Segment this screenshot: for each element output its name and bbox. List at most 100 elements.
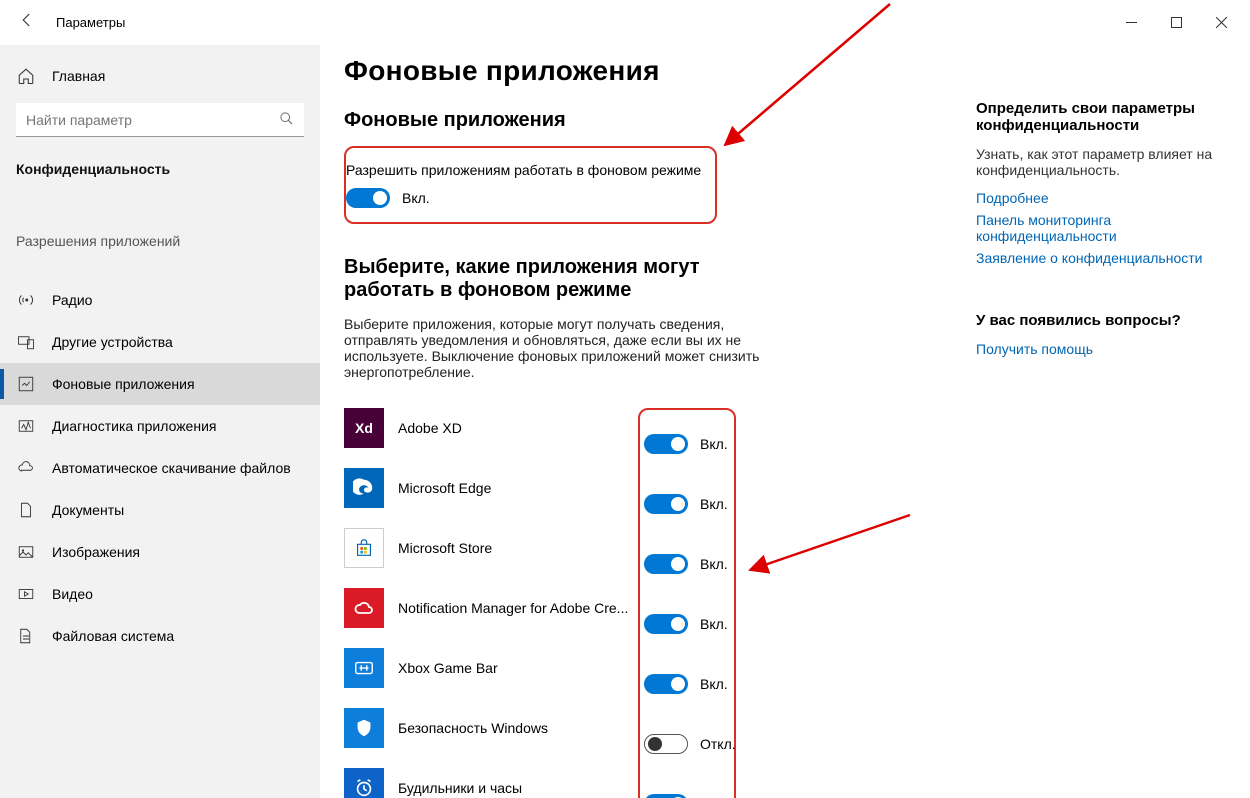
right-heading-2: У вас появились вопросы? [976, 312, 1234, 329]
app-name-label: Microsoft Store [398, 540, 492, 556]
app-row[interactable]: Xd Adobe XD [344, 398, 638, 458]
app-name-column: Xd Adobe XD Microsoft Edge Microsoft Store N… [344, 398, 638, 798]
sidebar-item-label: Автоматическое скачивание файлов [52, 460, 291, 476]
app-name-label: Xbox Game Bar [398, 660, 498, 676]
sidebar-item-label: Видео [52, 586, 93, 602]
app-toggle-state: Вкл. [700, 436, 728, 452]
close-icon [1216, 17, 1227, 28]
app-toggle-row: Откл. [644, 714, 730, 774]
app-toggle[interactable] [644, 734, 688, 754]
link-get-help[interactable]: Получить помощь [976, 341, 1234, 357]
radio-icon [16, 290, 36, 310]
sidebar-item-label: Файловая система [52, 628, 174, 644]
right-text-1: Узнать, как этот параметр влияет на конф… [976, 146, 1234, 178]
app-toggle[interactable] [644, 614, 688, 634]
link-privacy-dashboard[interactable]: Панель мониторинга конфиденциальности [976, 212, 1234, 244]
xbox-icon [344, 648, 384, 688]
right-column: Определить свои параметры конфиденциальн… [970, 45, 1250, 798]
app-toggle[interactable] [644, 674, 688, 694]
filesystem-icon [16, 626, 36, 646]
window-controls [1109, 8, 1244, 38]
master-toggle[interactable] [346, 188, 390, 208]
sidebar-item-auto-download[interactable]: Автоматическое скачивание файлов [0, 447, 320, 489]
app-toggle-state: Вкл. [700, 616, 728, 632]
sidebar-section-title: Конфиденциальность [0, 149, 320, 183]
edge-icon [344, 468, 384, 508]
app-toggle-state: Вкл. [700, 676, 728, 692]
app-row[interactable]: Microsoft Store [344, 518, 638, 578]
master-toggle-state: Вкл. [402, 190, 430, 206]
right-heading-1: Определить свои параметры конфиденциальн… [976, 100, 1234, 134]
app-toggle-row: Вкл. [644, 474, 730, 534]
search-input[interactable] [16, 103, 304, 137]
app-name-label: Microsoft Edge [398, 480, 491, 496]
store-icon [344, 528, 384, 568]
arrow-left-icon [18, 11, 36, 29]
sidebar-home[interactable]: Главная [0, 55, 320, 97]
sidebar-item-background-apps[interactable]: Фоновые приложения [0, 363, 320, 405]
video-icon [16, 584, 36, 604]
window-header: Параметры [0, 0, 1250, 45]
app-row[interactable]: Будильники и часы [344, 758, 638, 798]
app-name-label: Adobe XD [398, 420, 462, 436]
app-toggle[interactable] [644, 554, 688, 574]
maximize-button[interactable] [1154, 8, 1199, 38]
app-toggle-row: Вкл. [644, 414, 730, 474]
sidebar-item-other-devices[interactable]: Другие устройства [0, 321, 320, 363]
allow-background-label: Разрешить приложениям работать в фоновом… [346, 162, 701, 178]
cloud-download-icon [16, 458, 36, 478]
sidebar-item-documents[interactable]: Документы [0, 489, 320, 531]
sidebar-group-label: Разрешения приложений [0, 223, 320, 249]
app-name-label: Безопасность Windows [398, 720, 548, 736]
app-row[interactable]: Notification Manager for Adobe Cre... [344, 578, 638, 638]
app-toggle-row: Вкл. [644, 774, 730, 798]
sidebar-item-diagnostics[interactable]: Диагностика приложения [0, 405, 320, 447]
app-row[interactable]: Microsoft Edge [344, 458, 638, 518]
app-toggle-state: Вкл. [700, 556, 728, 572]
minimize-button[interactable] [1109, 8, 1154, 38]
sidebar-item-label: Другие устройства [52, 334, 173, 350]
app-toggle-state: Откл. [700, 736, 736, 752]
app-toggle[interactable] [644, 494, 688, 514]
sidebar-item-label: Диагностика приложения [52, 418, 216, 434]
sidebar-item-label: Документы [52, 502, 124, 518]
sidebar-item-video[interactable]: Видео [0, 573, 320, 615]
app-toggle[interactable] [644, 794, 688, 798]
link-privacy-statement[interactable]: Заявление о конфиденциальности [976, 250, 1234, 266]
home-icon [16, 66, 36, 86]
app-toggle[interactable] [644, 434, 688, 454]
sidebar-item-label: Фоновые приложения [52, 376, 195, 392]
link-learn-more[interactable]: Подробнее [976, 190, 1234, 206]
shield-icon [344, 708, 384, 748]
choose-description: Выберите приложения, которые могут получ… [344, 316, 764, 380]
sidebar-home-label: Главная [52, 68, 105, 84]
document-icon [16, 500, 36, 520]
sidebar-item-label: Радио [52, 292, 92, 308]
maximize-icon [1171, 17, 1182, 28]
minimize-icon [1126, 17, 1137, 28]
choose-heading: Выберите, какие приложения могут работат… [344, 256, 784, 302]
creative-cloud-icon [344, 588, 384, 628]
adobe-xd-icon: Xd [344, 408, 384, 448]
app-toggle-row: Вкл. [644, 594, 730, 654]
section-heading: Фоновые приложения [344, 109, 946, 132]
sidebar-item-filesystem[interactable]: Файловая система [0, 615, 320, 657]
app-toggle-column: Вкл.Вкл.Вкл.Вкл.Вкл.Откл.Вкл. [638, 408, 736, 798]
diagnostics-icon [16, 416, 36, 436]
alarm-icon [344, 768, 384, 798]
app-row[interactable]: Безопасность Windows [344, 698, 638, 758]
sidebar-item-images[interactable]: Изображения [0, 531, 320, 573]
app-name-label: Notification Manager for Adobe Cre... [398, 600, 628, 616]
background-apps-icon [16, 374, 36, 394]
back-button[interactable] [18, 11, 36, 34]
images-icon [16, 542, 36, 562]
app-toggle-state: Вкл. [700, 496, 728, 512]
close-button[interactable] [1199, 8, 1244, 38]
devices-icon [16, 332, 36, 352]
sidebar: Главная Конфиденциальность Разрешения пр… [0, 45, 320, 798]
sidebar-item-radio[interactable]: Радио [0, 279, 320, 321]
app-name-label: Будильники и часы [398, 780, 522, 796]
app-toggle-row: Вкл. [644, 534, 730, 594]
sidebar-item-label: Изображения [52, 544, 140, 560]
app-row[interactable]: Xbox Game Bar [344, 638, 638, 698]
